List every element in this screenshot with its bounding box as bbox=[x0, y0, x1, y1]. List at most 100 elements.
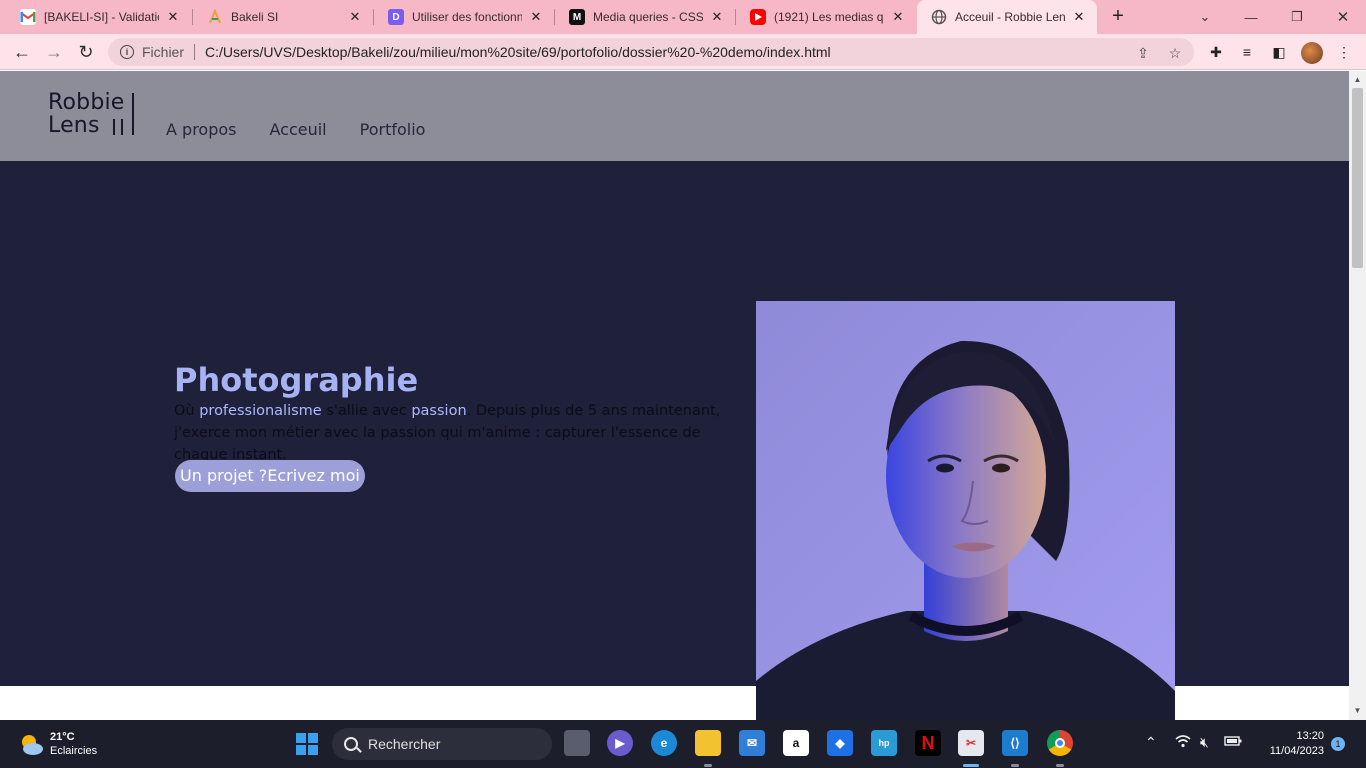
task-view-icon[interactable] bbox=[564, 730, 590, 756]
notification-badge[interactable]: 1 bbox=[1331, 737, 1345, 751]
extensions-icon[interactable]: ✚ bbox=[1207, 43, 1225, 61]
address-url[interactable]: C:/Users/UVS/Desktop/Bakeli/zou/milieu/m… bbox=[205, 44, 831, 60]
tab-bakeli[interactable]: Bakeli SI ✕ bbox=[193, 0, 373, 34]
tab-youtube[interactable]: (1921) Les medias queries ✕ bbox=[736, 0, 916, 34]
hero-description: Où professionalisme s'allie avec passion… bbox=[174, 400, 756, 466]
forward-button[interactable]: → bbox=[41, 39, 67, 65]
tab-label: Utiliser des fonctionnalités bbox=[412, 10, 522, 24]
hero-highlight-passion: passion bbox=[411, 403, 467, 419]
close-icon[interactable]: ✕ bbox=[1071, 9, 1087, 25]
chrome-icon[interactable] bbox=[1047, 730, 1073, 756]
logo-bar bbox=[132, 93, 134, 135]
address-divider bbox=[194, 44, 196, 60]
share-icon[interactable]: ⇪ bbox=[1134, 44, 1152, 62]
reload-button[interactable]: ↻ bbox=[73, 39, 99, 65]
mdn-icon: M bbox=[569, 9, 585, 25]
page-viewport: Robbie Lens A propos Acceuil Portfolio P… bbox=[0, 71, 1349, 720]
site-logo[interactable]: Robbie Lens bbox=[48, 91, 134, 137]
weather-desc: Eclaircies bbox=[50, 745, 98, 757]
tab-label: [BAKELI-SI] - Validation bbox=[44, 10, 159, 24]
taskbar-clock[interactable]: 13:20 11/04/2023 bbox=[1254, 729, 1324, 759]
side-panel-icon[interactable]: ◧ bbox=[1270, 43, 1288, 61]
site-nav: A propos Acceuil Portfolio bbox=[166, 120, 425, 139]
media-control-icon[interactable]: ≡ bbox=[1238, 43, 1256, 61]
weather-widget[interactable]: 21°C Eclaircies bbox=[18, 730, 97, 758]
snipping-tool-icon[interactable]: ✂ bbox=[958, 730, 984, 756]
close-icon[interactable]: ✕ bbox=[347, 9, 363, 25]
hero-title: Photographie bbox=[174, 361, 419, 399]
teams-chat-icon[interactable]: ▶ bbox=[607, 730, 633, 756]
minimize-button[interactable]: — bbox=[1228, 0, 1274, 34]
tab-label: (1921) Les medias queries bbox=[774, 10, 884, 24]
close-icon[interactable]: ✕ bbox=[165, 9, 181, 25]
tab-strip: [BAKELI-SI] - Validation ✕ Bakeli SI ✕ D… bbox=[0, 0, 1366, 34]
tab-gmail[interactable]: [BAKELI-SI] - Validation ✕ bbox=[6, 0, 191, 34]
active-indicator bbox=[963, 764, 979, 767]
new-tab-button[interactable]: + bbox=[1106, 5, 1130, 29]
dropbox-icon[interactable]: ◆ bbox=[827, 730, 853, 756]
tab-media-queries[interactable]: M Media queries - CSS ✕ bbox=[555, 0, 735, 34]
tab-search-icon[interactable]: ⌄ bbox=[1182, 0, 1228, 34]
edge-icon[interactable]: e bbox=[651, 730, 677, 756]
clock-date: 11/04/2023 bbox=[1269, 745, 1324, 757]
scroll-up-icon[interactable]: ▲ bbox=[1349, 73, 1366, 87]
volume-muted-icon[interactable]: 🔇︎ bbox=[1200, 734, 1209, 751]
close-icon[interactable]: ✕ bbox=[528, 9, 544, 25]
windows-start-icon[interactable] bbox=[296, 733, 318, 755]
search-icon bbox=[344, 737, 358, 751]
close-window-button[interactable]: ✕ bbox=[1320, 0, 1366, 34]
page-scrollbar[interactable]: ▲ ▼ bbox=[1349, 71, 1366, 720]
scroll-thumb[interactable] bbox=[1352, 88, 1363, 268]
nav-link-portfolio[interactable]: Portfolio bbox=[360, 120, 426, 139]
hero-text-middle: s'allie avec bbox=[321, 403, 412, 419]
tab-label: Acceuil - Robbie Lens bbox=[955, 10, 1065, 24]
logo-bar bbox=[113, 119, 115, 135]
tab-label: Bakeli SI bbox=[231, 10, 279, 24]
docs-icon: D bbox=[388, 9, 404, 25]
myhp-icon[interactable]: hp bbox=[871, 730, 897, 756]
logo-line-1: Robbie bbox=[48, 90, 125, 115]
globe-icon bbox=[931, 9, 947, 25]
nav-link-acceuil[interactable]: Acceuil bbox=[269, 120, 326, 139]
battery-icon[interactable] bbox=[1224, 734, 1242, 750]
file-explorer-icon[interactable] bbox=[695, 730, 721, 756]
netflix-icon[interactable]: N bbox=[915, 730, 941, 756]
address-bar[interactable]: i Fichier C:/Users/UVS/Desktop/Bakeli/zo… bbox=[108, 38, 1194, 66]
close-icon[interactable]: ✕ bbox=[709, 9, 725, 25]
running-indicator bbox=[1011, 764, 1019, 767]
hero-section: Photographie Où professionalisme s'allie… bbox=[0, 161, 1349, 720]
close-icon[interactable]: ✕ bbox=[890, 9, 906, 25]
amazon-icon[interactable]: a bbox=[783, 730, 809, 756]
menu-icon[interactable]: ⋮ bbox=[1335, 43, 1353, 61]
vscode-icon[interactable]: ⟨⟩ bbox=[1002, 730, 1028, 756]
back-button[interactable]: ← bbox=[9, 39, 35, 65]
bakeli-icon bbox=[207, 9, 223, 25]
info-icon[interactable]: i bbox=[120, 45, 134, 59]
taskbar-search[interactable]: Rechercher bbox=[332, 728, 552, 760]
partly-cloudy-icon bbox=[18, 731, 44, 757]
nav-link-a-propos[interactable]: A propos bbox=[166, 120, 236, 139]
wifi-icon[interactable] bbox=[1175, 734, 1191, 751]
site-header: Robbie Lens A propos Acceuil Portfolio bbox=[0, 71, 1349, 161]
show-hidden-icons[interactable]: ⌃ bbox=[1145, 734, 1157, 751]
hero-text-before: Où bbox=[174, 403, 200, 419]
tab-label: Media queries - CSS bbox=[593, 10, 703, 24]
running-indicator bbox=[704, 764, 712, 767]
browser-toolbar: ← → ↻ i Fichier C:/Users/UVS/Desktop/Bak… bbox=[0, 34, 1366, 70]
clock-time: 13:20 bbox=[1296, 730, 1324, 742]
tab-robbie-lens[interactable]: Acceuil - Robbie Lens ✕ bbox=[917, 0, 1097, 34]
contact-cta-button[interactable]: Un projet ?Ecrivez moi bbox=[175, 460, 365, 492]
profile-avatar[interactable] bbox=[1301, 42, 1323, 64]
portrait-photo bbox=[756, 301, 1175, 720]
youtube-icon bbox=[750, 9, 766, 25]
mail-icon[interactable]: ✉ bbox=[739, 730, 765, 756]
scroll-down-icon[interactable]: ▼ bbox=[1349, 704, 1366, 718]
gmail-icon bbox=[20, 9, 36, 25]
weather-temp: 21°C bbox=[50, 731, 75, 743]
address-scheme: Fichier bbox=[142, 44, 185, 60]
bookmark-star-icon[interactable]: ☆ bbox=[1166, 44, 1184, 62]
hero-highlight-professionalisme: professionalisme bbox=[199, 403, 322, 419]
running-indicator bbox=[1056, 764, 1064, 767]
tab-utiliser-fonctionnalites[interactable]: D Utiliser des fonctionnalités ✕ bbox=[374, 0, 554, 34]
restore-button[interactable]: ❐ bbox=[1274, 0, 1320, 34]
